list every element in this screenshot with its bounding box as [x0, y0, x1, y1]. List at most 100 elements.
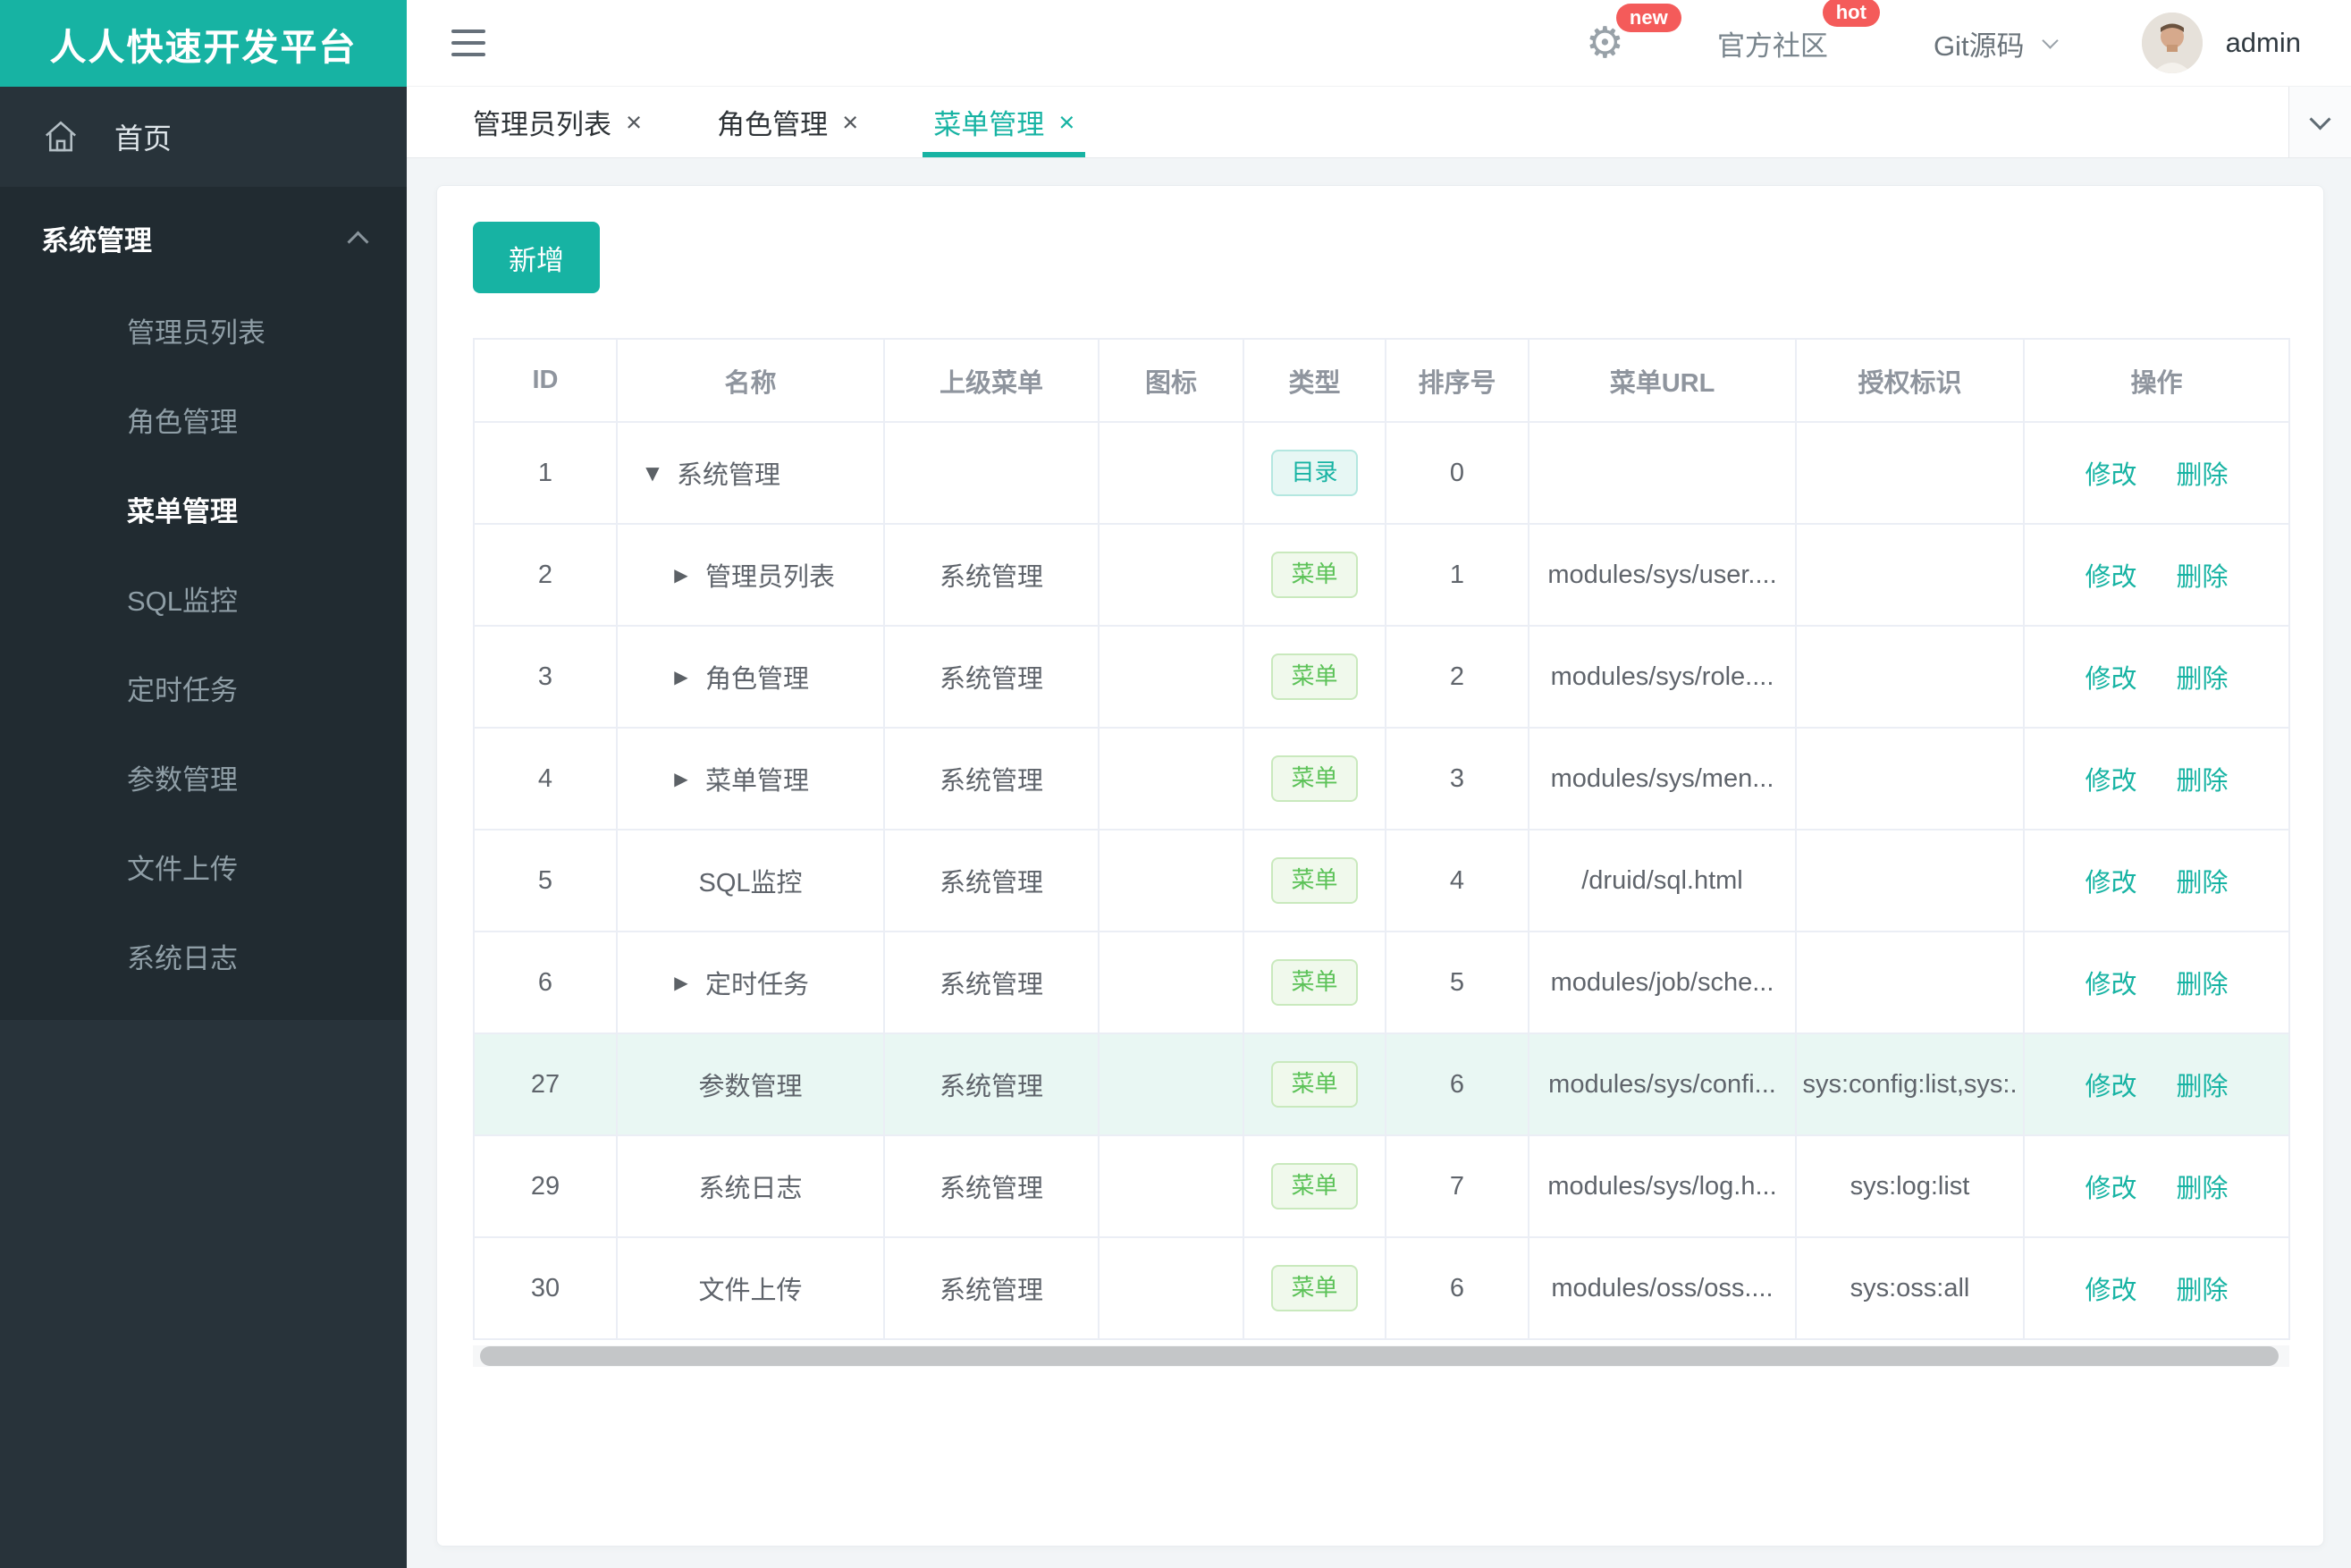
close-icon[interactable]: ×: [626, 106, 642, 139]
modify-link[interactable]: 修改: [2085, 971, 2136, 999]
menu-name: 文件上传: [698, 1277, 803, 1305]
horizontal-scrollbar: [473, 1345, 2289, 1367]
close-icon[interactable]: ×: [842, 106, 858, 139]
cell-type: 菜单: [1243, 1236, 1386, 1340]
modify-link[interactable]: 修改: [2085, 869, 2136, 898]
cell-url: modules/sys/user....: [1528, 523, 1797, 627]
cell-type: 目录: [1243, 421, 1386, 525]
delete-link[interactable]: 删除: [2177, 1073, 2229, 1101]
sidebar-item[interactable]: 菜单管理: [0, 468, 407, 557]
menu-name: 参数管理: [698, 1073, 803, 1101]
chevron-up-icon: [347, 230, 369, 253]
delete-link[interactable]: 删除: [2177, 767, 2229, 796]
type-badge: 菜单: [1271, 857, 1358, 904]
sidebar-item-home[interactable]: 首页: [0, 87, 407, 187]
cell-parent: 系统管理: [883, 727, 1100, 830]
add-button[interactable]: 新增: [473, 222, 600, 293]
user-name[interactable]: admin: [2226, 27, 2301, 59]
cell-url: [1528, 421, 1797, 525]
scrollbar-thumb[interactable]: [480, 1346, 2279, 1366]
tab[interactable]: 菜单管理 ×: [896, 87, 1112, 157]
type-badge: 菜单: [1271, 552, 1358, 598]
modify-link[interactable]: 修改: [2085, 767, 2136, 796]
delete-link[interactable]: 删除: [2177, 461, 2229, 490]
cell-actions: 修改 删除: [2023, 829, 2290, 932]
expand-arrow-icon[interactable]: ▶: [671, 972, 691, 993]
modify-link[interactable]: 修改: [2085, 461, 2136, 490]
expand-arrow-icon[interactable]: ▶: [671, 768, 691, 789]
menu-name: 菜单管理: [705, 767, 810, 796]
cell-icon: [1098, 421, 1244, 525]
cell-name: 参数管理: [616, 1033, 885, 1136]
cell-parent: 系统管理: [883, 1236, 1100, 1340]
delete-link[interactable]: 删除: [2177, 971, 2229, 999]
expand-arrow-icon[interactable]: ▶: [671, 666, 691, 687]
sidebar-submenu: 系统管理 管理员列表 角色管理 菜单管理 SQL监控 定时任务 参数管理 文件上…: [0, 187, 407, 1020]
delete-link[interactable]: 删除: [2177, 563, 2229, 592]
menu-name: 管理员列表: [705, 563, 836, 592]
table-row: 6 ▶ 定时任务 系统管理 菜单 5 modules/job/sche... 修…: [473, 931, 2290, 1034]
tab-overflow-button[interactable]: [2288, 87, 2351, 157]
sidebar-item[interactable]: 角色管理: [0, 378, 407, 468]
cell-parent: 系统管理: [883, 931, 1100, 1034]
sidebar-item[interactable]: 参数管理: [0, 736, 407, 825]
content-area: 新增 ID 名称 上级菜单 图标 类型 排序号 菜单URL 授权标识 操作 1 ▼ 系统管理 目…: [407, 158, 2351, 1568]
cell-url: modules/sys/confi...: [1528, 1033, 1797, 1136]
modify-link[interactable]: 修改: [2085, 563, 2136, 592]
tab-bar: 管理员列表 × 角色管理 × 菜单管理 ×: [407, 87, 2351, 158]
cell-id: 3: [473, 625, 618, 729]
table-body: 1 ▼ 系统管理 目录 0 修改 删除 2 ▶ 管理员列表 系统管理 菜单 1 …: [473, 421, 2290, 1340]
cell-type: 菜单: [1243, 1033, 1386, 1136]
sidebar-item[interactable]: 文件上传: [0, 825, 407, 915]
expand-arrow-icon[interactable]: ▶: [671, 564, 691, 586]
tab[interactable]: 管理员列表 ×: [435, 87, 679, 157]
cell-actions: 修改 删除: [2023, 1134, 2290, 1238]
cell-type: 菜单: [1243, 523, 1386, 627]
cell-id: 5: [473, 829, 618, 932]
table-row: 2 ▶ 管理员列表 系统管理 菜单 1 modules/sys/user....…: [473, 523, 2290, 627]
cell-type: 菜单: [1243, 1134, 1386, 1238]
modify-link[interactable]: 修改: [2085, 665, 2136, 694]
menu-toggle-button[interactable]: [446, 24, 491, 62]
community-link[interactable]: 官方社区 hot: [1717, 0, 1880, 63]
cell-type: 菜单: [1243, 727, 1386, 830]
cell-auth: sys:oss:all: [1795, 1236, 2025, 1340]
type-badge: 菜单: [1271, 1163, 1358, 1210]
delete-link[interactable]: 删除: [2177, 869, 2229, 898]
delete-link[interactable]: 删除: [2177, 665, 2229, 694]
sidebar-item[interactable]: 系统日志: [0, 915, 407, 1004]
git-source-link[interactable]: Git源码: [1933, 23, 2059, 63]
type-badge: 菜单: [1271, 755, 1358, 802]
close-icon[interactable]: ×: [1058, 106, 1074, 139]
delete-link[interactable]: 删除: [2177, 1175, 2229, 1203]
cell-id: 29: [473, 1134, 618, 1238]
delete-link[interactable]: 删除: [2177, 1277, 2229, 1305]
avatar[interactable]: [2141, 13, 2203, 73]
settings-button[interactable]: ⚙ new: [1586, 4, 1681, 68]
cell-actions: 修改 删除: [2023, 931, 2290, 1034]
column-header: 类型: [1243, 338, 1386, 423]
type-badge: 目录: [1271, 450, 1358, 496]
tab-label: 角色管理: [717, 109, 829, 140]
cell-sort: 4: [1385, 829, 1529, 932]
sidebar-item[interactable]: 管理员列表: [0, 289, 407, 378]
cell-id: 6: [473, 931, 618, 1034]
sidebar-item[interactable]: SQL监控: [0, 557, 407, 646]
git-source-label: Git源码: [1933, 30, 2025, 62]
cell-auth: [1795, 523, 2025, 627]
cell-name: 文件上传: [616, 1236, 885, 1340]
modify-link[interactable]: 修改: [2085, 1073, 2136, 1101]
menu-table: ID 名称 上级菜单 图标 类型 排序号 菜单URL 授权标识 操作 1 ▼ 系统管理 目录 0…: [473, 338, 2290, 1340]
modify-link[interactable]: 修改: [2085, 1175, 2136, 1203]
cell-sort: 6: [1385, 1033, 1529, 1136]
sidebar: 人人快速开发平台 首页 系统管理 管理员列表 角色管理 菜单管理 SQL监控 定…: [0, 0, 407, 1568]
cell-name: SQL监控: [616, 829, 885, 932]
sidebar-item[interactable]: 定时任务: [0, 646, 407, 736]
sidebar-section-system[interactable]: 系统管理: [0, 187, 407, 289]
type-badge: 菜单: [1271, 1265, 1358, 1311]
tab[interactable]: 角色管理 ×: [679, 87, 896, 157]
cell-icon: [1098, 727, 1244, 830]
expand-arrow-icon[interactable]: ▼: [643, 462, 662, 484]
modify-link[interactable]: 修改: [2085, 1277, 2136, 1305]
menu-management-panel: 新增 ID 名称 上级菜单 图标 类型 排序号 菜单URL 授权标识 操作 1 ▼ 系统管理 目…: [436, 185, 2324, 1547]
